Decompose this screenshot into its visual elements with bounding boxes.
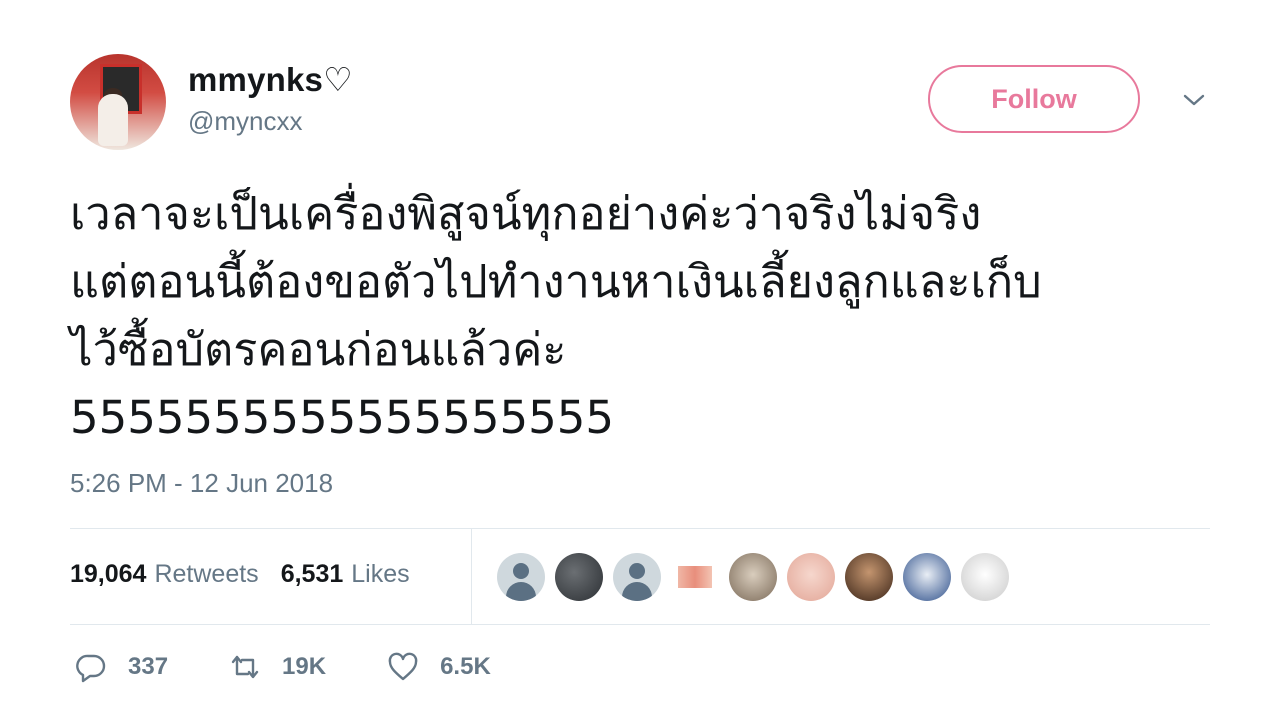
- liker-avatar[interactable]: [961, 553, 1009, 601]
- chevron-down-icon[interactable]: [1180, 86, 1208, 114]
- liker-avatar[interactable]: [787, 553, 835, 601]
- tweet-stats: 19,064 Retweets 6,531 Likes: [70, 560, 410, 589]
- profile-avatar[interactable]: [70, 54, 166, 150]
- liker-avatar[interactable]: [903, 553, 951, 601]
- liker-avatar[interactable]: [729, 553, 777, 601]
- liker-avatar[interactable]: [678, 566, 712, 588]
- likes-label: Likes: [351, 560, 410, 588]
- retweet-button[interactable]: 19K: [228, 650, 326, 684]
- tweet-actions: 337 19K 6.5K: [74, 650, 551, 684]
- tweet-line: 5555555555555555555: [70, 391, 614, 444]
- divider: [70, 528, 1210, 529]
- tweet-line: ไว้ซื้อบัตรคอนก่อนแล้วค่ะ: [70, 323, 567, 376]
- like-button[interactable]: 6.5K: [386, 650, 491, 684]
- like-count: 6.5K: [440, 653, 491, 680]
- likes-stat[interactable]: 6,531 Likes: [281, 560, 410, 589]
- user-handle[interactable]: @myncxx: [188, 106, 303, 137]
- tweet-text: เวลาจะเป็นเครื่องพิสูจน์ทุกอย่างค่ะว่าจร…: [70, 180, 1220, 452]
- retweet-icon: [231, 655, 259, 679]
- liker-avatar[interactable]: [613, 553, 661, 601]
- retweet-count: 19K: [282, 653, 327, 680]
- tweet-line: แต่ตอนนี้ต้องขอตัวไปทำงานหาเงินเลี้ยงลูก…: [70, 255, 1042, 308]
- reply-count: 337: [128, 653, 169, 680]
- retweets-stat[interactable]: 19,064 Retweets: [70, 560, 259, 589]
- liker-avatar[interactable]: [845, 553, 893, 601]
- divider: [70, 624, 1210, 625]
- liker-avatar[interactable]: [555, 553, 603, 601]
- tweet-line: เวลาจะเป็นเครื่องพิสูจน์ทุกอย่างค่ะว่าจร…: [70, 187, 982, 240]
- avatar-photo-person: [98, 94, 128, 146]
- divider-vertical: [471, 528, 472, 624]
- display-name-heart: ♡: [323, 61, 353, 98]
- likes-count: 6,531: [280, 560, 344, 588]
- display-name[interactable]: mmynks♡: [188, 60, 353, 99]
- display-name-text: mmynks: [188, 61, 324, 98]
- liker-avatar[interactable]: [497, 553, 545, 601]
- reply-icon: [76, 654, 106, 683]
- heart-icon: [388, 652, 418, 681]
- retweets-label: Retweets: [154, 560, 259, 588]
- liker-avatars: [497, 553, 1009, 601]
- retweets-count: 19,064: [70, 560, 147, 588]
- tweet-timestamp[interactable]: 5:26 PM - 12 Jun 2018: [70, 468, 333, 499]
- follow-button[interactable]: Follow: [928, 65, 1140, 133]
- reply-button[interactable]: 337: [74, 650, 168, 684]
